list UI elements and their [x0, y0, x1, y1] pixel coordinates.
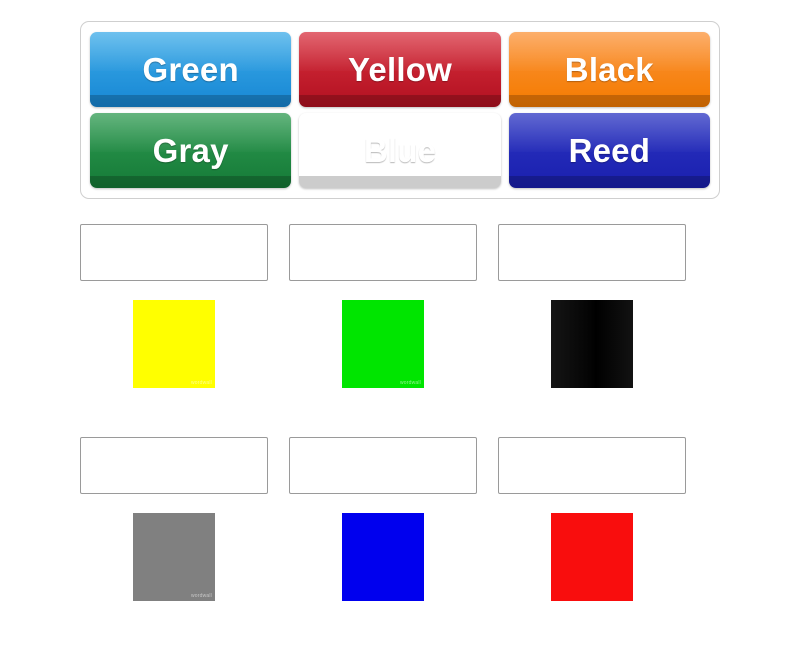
swatch-black — [551, 300, 633, 388]
tile-reed[interactable]: Reed — [508, 113, 710, 188]
answer-cell: wordwall — [80, 437, 268, 609]
swatch-wrap — [498, 300, 686, 396]
answer-cell — [498, 224, 686, 396]
answer-cell: wordwall — [289, 224, 477, 396]
drop-zone-gray[interactable] — [80, 437, 268, 494]
answer-row: wordwall — [80, 437, 720, 609]
tile-row: Gray Blue Reed — [90, 113, 710, 188]
word-tile-tray: Green Yellow Black Gray Blue Reed — [80, 21, 720, 199]
tile-gray[interactable]: Gray — [90, 113, 292, 188]
swatch-gray: wordwall — [133, 513, 215, 601]
tile-yellow[interactable]: Yellow — [299, 32, 501, 107]
swatch-green: wordwall — [342, 300, 424, 388]
answer-area: wordwall wordwall wordwall — [80, 224, 720, 650]
tile-blue[interactable]: Blue — [299, 113, 501, 188]
tile-row: Green Yellow Black — [90, 32, 710, 107]
tile-green[interactable]: Green — [90, 32, 292, 107]
answer-cell — [289, 437, 477, 609]
tile-label: Black — [564, 51, 654, 88]
tile-label: Green — [142, 51, 239, 88]
answer-row: wordwall wordwall — [80, 224, 720, 396]
swatch-wrap: wordwall — [80, 513, 268, 609]
swatch-red — [551, 513, 633, 601]
swatch-wrap — [289, 513, 477, 609]
swatch-watermark: wordwall — [190, 380, 212, 386]
drop-zone-red[interactable] — [498, 437, 686, 494]
tile-label: Blue — [363, 132, 437, 169]
swatch-wrap — [498, 513, 686, 609]
swatch-wrap: wordwall — [80, 300, 268, 396]
swatch-watermark: wordwall — [399, 380, 421, 386]
tile-label: Reed — [568, 132, 651, 169]
swatch-blue — [342, 513, 424, 601]
answer-cell: wordwall — [80, 224, 268, 396]
swatch-yellow: wordwall — [133, 300, 215, 388]
swatch-watermark: wordwall — [190, 593, 212, 599]
swatch-wrap: wordwall — [289, 300, 477, 396]
drop-zone-black[interactable] — [498, 224, 686, 281]
drop-zone-blue[interactable] — [289, 437, 477, 494]
tile-black[interactable]: Black — [508, 32, 710, 107]
drop-zone-yellow[interactable] — [80, 224, 268, 281]
tile-label: Yellow — [348, 51, 452, 88]
tile-label: Gray — [152, 132, 229, 169]
drop-zone-green[interactable] — [289, 224, 477, 281]
answer-cell — [498, 437, 686, 609]
